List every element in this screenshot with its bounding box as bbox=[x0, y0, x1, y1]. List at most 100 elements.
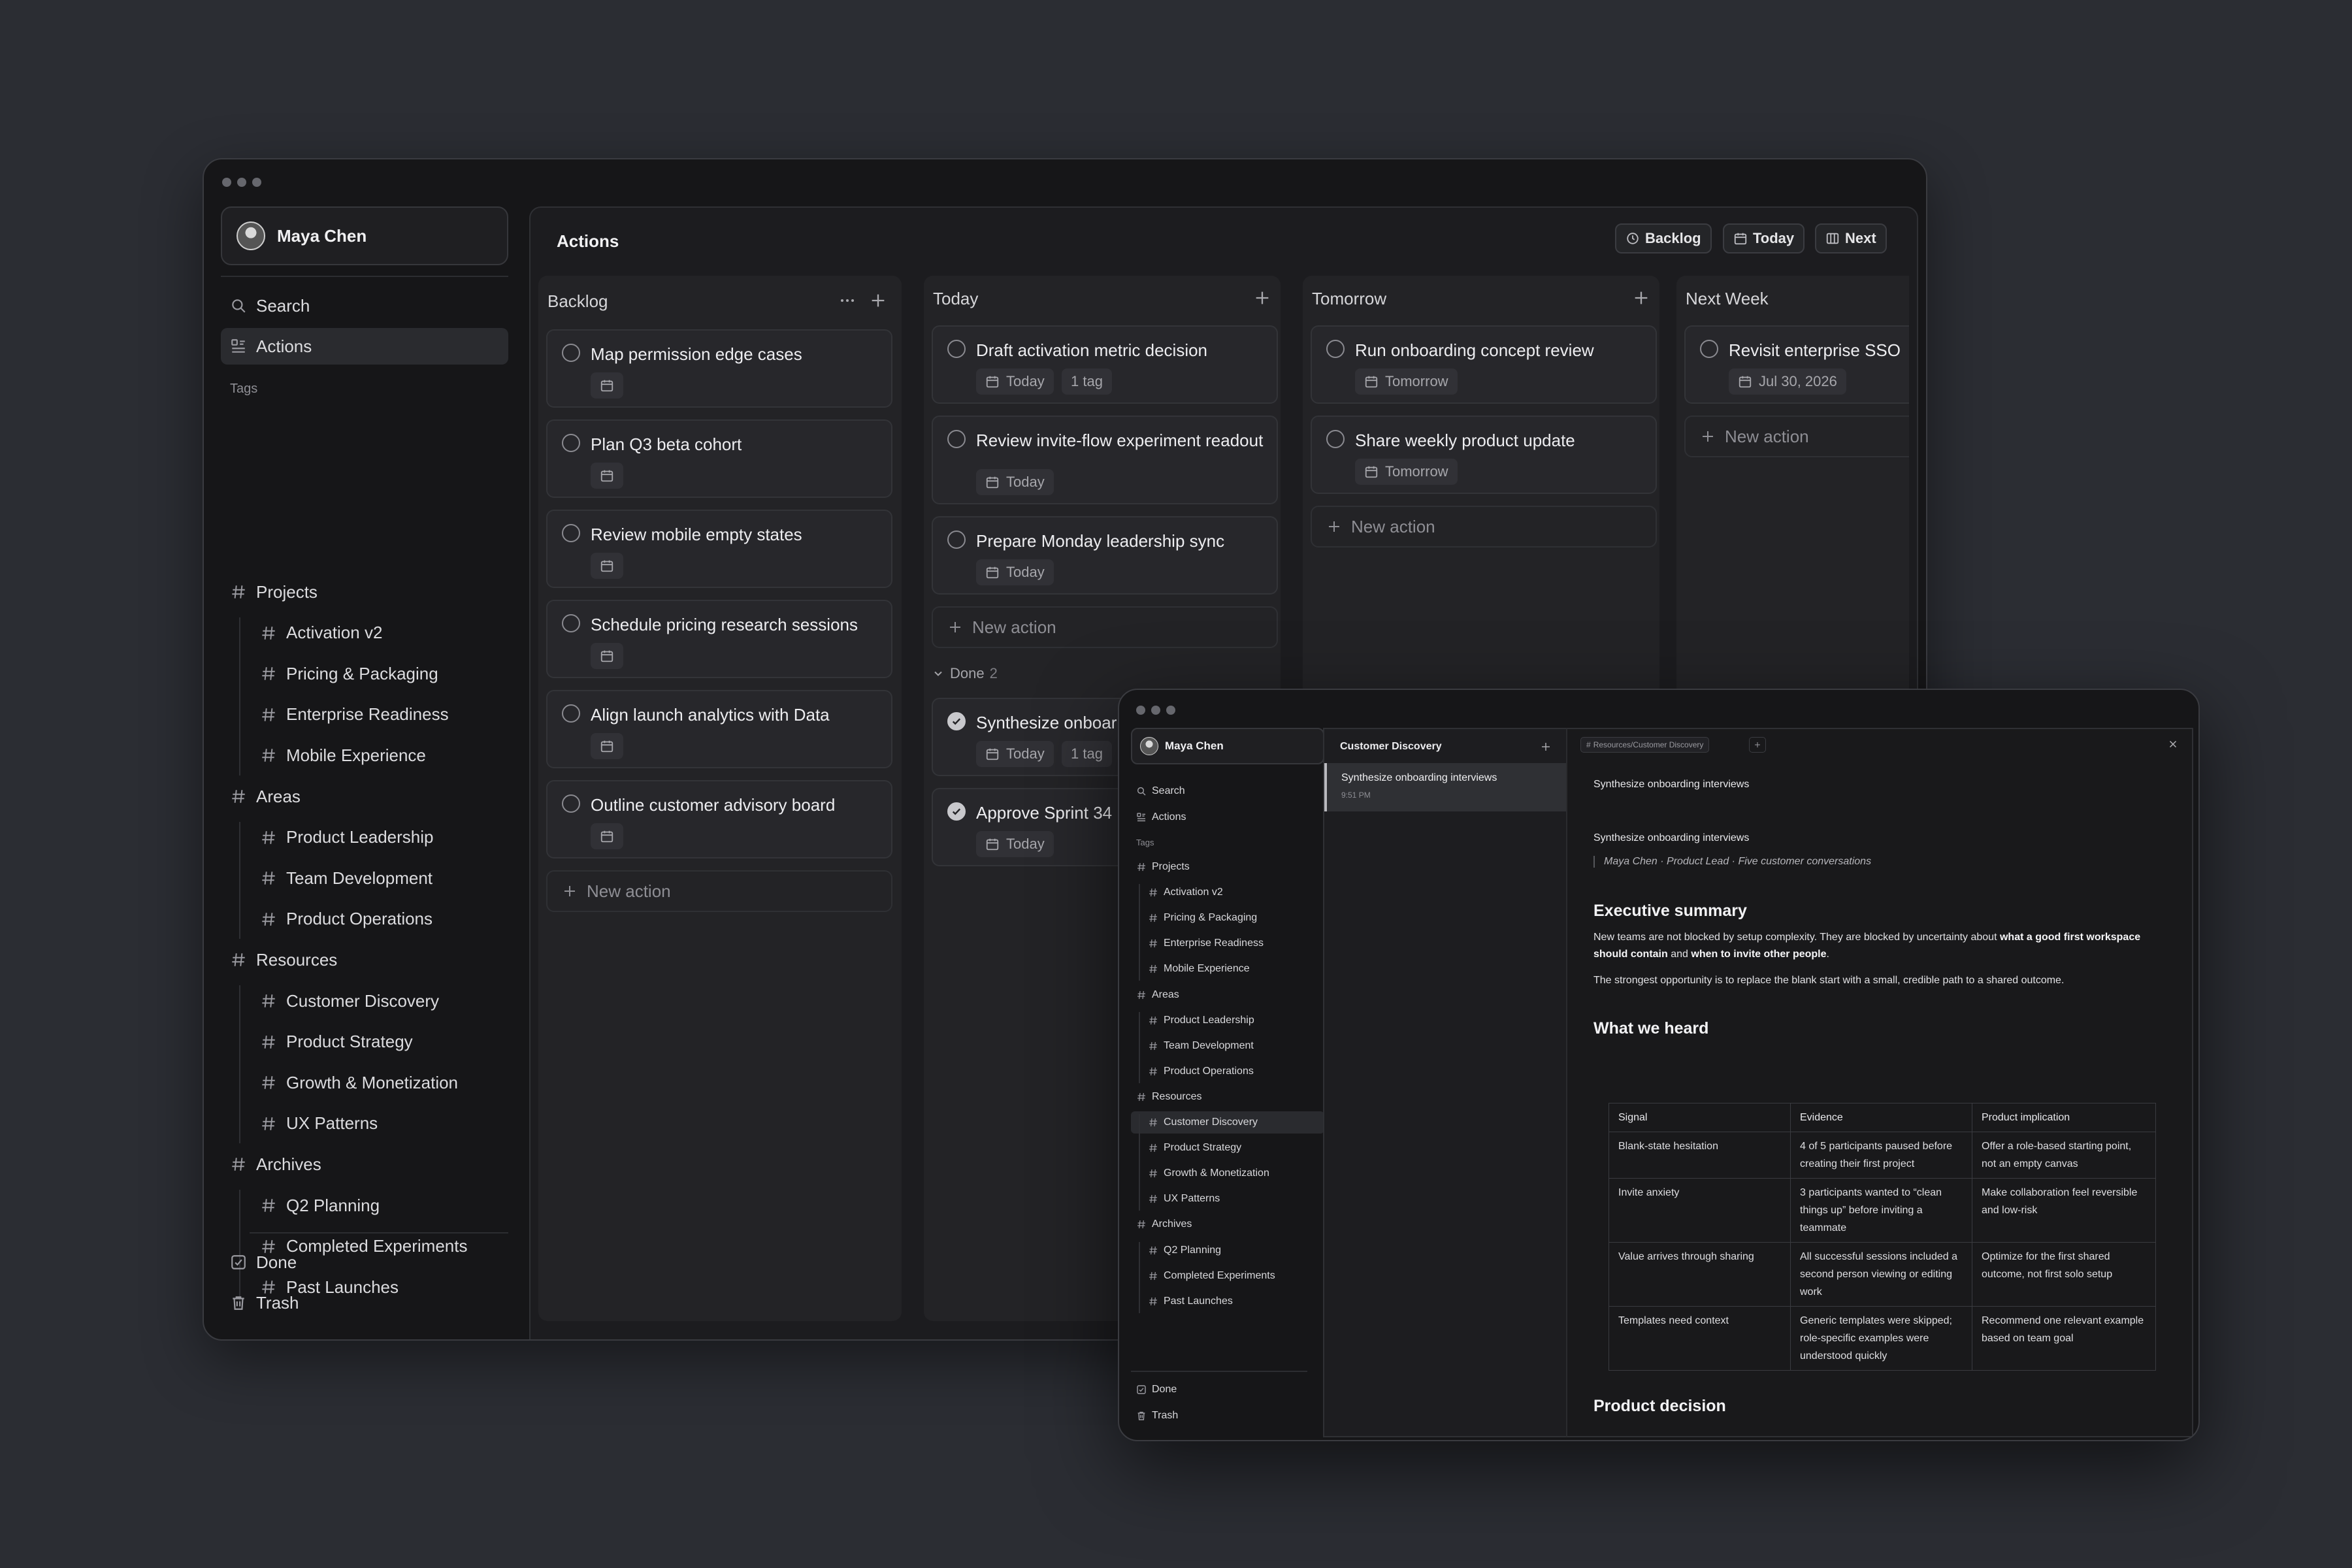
sidebar-group[interactable]: Projects bbox=[221, 574, 508, 610]
window-controls[interactable] bbox=[1136, 706, 1175, 715]
sidebar-item[interactable]: Mobile Experience bbox=[1131, 958, 1324, 980]
checkbox-checked[interactable] bbox=[947, 712, 966, 730]
list-item[interactable]: Synthesize onboarding interviews 9:51 PM bbox=[1324, 763, 1566, 811]
sidebar-item[interactable]: Product Leadership bbox=[1131, 1009, 1324, 1032]
sidebar-actions[interactable]: Actions bbox=[1131, 806, 1324, 828]
action-card[interactable]: Plan Q3 beta cohort bbox=[546, 419, 892, 498]
insights-table[interactable]: Signal Evidence Product implication Blan… bbox=[1609, 1103, 2156, 1371]
date-chip[interactable] bbox=[591, 733, 623, 759]
date-chip[interactable] bbox=[591, 463, 623, 489]
sidebar-item[interactable]: Growth & Monetization bbox=[1131, 1162, 1324, 1184]
sidebar-group[interactable]: Projects bbox=[1131, 856, 1324, 878]
action-card[interactable]: Map permission edge cases bbox=[546, 329, 892, 408]
close-dot[interactable] bbox=[1136, 706, 1145, 715]
checkbox[interactable] bbox=[562, 524, 580, 542]
tag-chip[interactable]: 1 tag bbox=[1062, 368, 1112, 395]
section-heading[interactable]: Product decision bbox=[1593, 1397, 1726, 1416]
sidebar-item[interactable]: Activation v2 bbox=[221, 615, 508, 651]
doc-paragraph[interactable]: The strongest opportunity is to replace … bbox=[1593, 972, 2168, 989]
action-card[interactable]: Align launch analytics with Data bbox=[546, 690, 892, 768]
sidebar-actions[interactable]: Actions bbox=[221, 328, 508, 365]
date-chip[interactable] bbox=[591, 372, 623, 399]
close-icon[interactable] bbox=[2167, 738, 2179, 750]
checkbox[interactable] bbox=[562, 434, 580, 452]
date-chip[interactable]: Today bbox=[976, 741, 1054, 767]
section-heading[interactable]: Executive summary bbox=[1593, 902, 1747, 921]
doc-byline[interactable]: Maya Chen · Product Lead · Five customer… bbox=[1593, 856, 1871, 868]
more-icon[interactable] bbox=[838, 291, 857, 310]
sidebar-item[interactable]: Pricing & Packaging bbox=[221, 655, 508, 692]
minimize-dot[interactable] bbox=[1151, 706, 1160, 715]
checkbox[interactable] bbox=[947, 340, 966, 358]
action-card[interactable]: Share weekly product update Tomorrow bbox=[1311, 416, 1657, 494]
action-card[interactable]: Run onboarding concept review Tomorrow bbox=[1311, 325, 1657, 404]
new-action-button[interactable]: New action bbox=[932, 606, 1278, 648]
sidebar-search[interactable]: Search bbox=[221, 287, 508, 324]
tag-chip[interactable]: 1 tag bbox=[1062, 741, 1112, 767]
minimize-dot[interactable] bbox=[237, 178, 246, 187]
checkbox[interactable] bbox=[562, 794, 580, 813]
sidebar-item[interactable]: Pricing & Packaging bbox=[1131, 907, 1324, 929]
sidebar-trash[interactable]: Trash bbox=[1131, 1405, 1324, 1427]
zoom-dot[interactable] bbox=[1166, 706, 1175, 715]
action-card[interactable]: Review mobile empty states bbox=[546, 510, 892, 588]
breadcrumb[interactable]: # Resources/Customer Discovery bbox=[1580, 737, 1710, 753]
checkbox[interactable] bbox=[1700, 340, 1718, 358]
date-chip[interactable]: Today bbox=[976, 559, 1054, 585]
action-card[interactable]: Review invite-flow experiment readout Tod… bbox=[932, 416, 1278, 504]
header-button-backlog[interactable]: Backlog bbox=[1615, 223, 1712, 253]
checkbox[interactable] bbox=[562, 704, 580, 723]
header-button-today[interactable]: Today bbox=[1723, 223, 1805, 253]
checkbox[interactable] bbox=[947, 531, 966, 549]
sidebar-item[interactable]: Product Strategy bbox=[1131, 1137, 1324, 1159]
action-card[interactable]: Outline customer advisory board bbox=[546, 780, 892, 858]
sidebar-item[interactable]: Enterprise Readiness bbox=[1131, 932, 1324, 955]
doc-heading[interactable]: Synthesize onboarding interviews bbox=[1593, 779, 1749, 791]
done-section-toggle[interactable]: Done 2 bbox=[932, 665, 998, 682]
add-icon[interactable] bbox=[1540, 741, 1552, 753]
sidebar-group[interactable]: Areas bbox=[1131, 984, 1324, 1006]
action-card[interactable]: Revisit enterprise SSO Jul 30, 2026 bbox=[1684, 325, 1909, 404]
new-action-button[interactable]: New action bbox=[546, 870, 892, 912]
sidebar-item[interactable]: UX Patterns bbox=[1131, 1188, 1324, 1210]
date-chip[interactable] bbox=[591, 823, 623, 849]
zoom-dot[interactable] bbox=[252, 178, 261, 187]
sidebar-group[interactable]: Archives bbox=[221, 1146, 508, 1183]
checkbox[interactable] bbox=[562, 344, 580, 362]
window-controls[interactable] bbox=[222, 178, 261, 187]
doc-title[interactable]: Synthesize onboarding interviews bbox=[1593, 832, 1749, 844]
date-chip[interactable]: Jul 30, 2026 bbox=[1729, 368, 1846, 395]
sidebar-group[interactable]: Resources bbox=[221, 941, 508, 978]
checkbox[interactable] bbox=[1326, 340, 1345, 358]
sidebar-item[interactable]: Product Operations bbox=[221, 901, 508, 938]
checkbox[interactable] bbox=[562, 614, 580, 632]
sidebar-item[interactable]: Enterprise Readiness bbox=[221, 696, 508, 733]
sidebar-item[interactable]: Product Leadership bbox=[221, 819, 508, 856]
date-chip[interactable] bbox=[591, 553, 623, 579]
date-chip[interactable]: Tomorrow bbox=[1355, 368, 1458, 395]
sidebar-item[interactable]: Q2 Planning bbox=[1131, 1239, 1324, 1262]
sidebar-done[interactable]: Done bbox=[221, 1244, 508, 1281]
sidebar-item[interactable]: Customer Discovery bbox=[221, 983, 508, 1019]
doc-paragraph[interactable]: New teams are not blocked by setup compl… bbox=[1593, 929, 2168, 963]
date-chip[interactable]: Tomorrow bbox=[1355, 459, 1458, 485]
date-chip[interactable]: Today bbox=[976, 831, 1054, 857]
user-profile[interactable]: Maya Chen bbox=[221, 206, 508, 265]
sidebar-item[interactable]: Past Launches bbox=[1131, 1290, 1324, 1313]
sidebar-item[interactable]: Product Strategy bbox=[221, 1024, 508, 1060]
user-profile[interactable]: Maya Chen bbox=[1131, 728, 1324, 764]
section-heading[interactable]: What we heard bbox=[1593, 1019, 1708, 1038]
sidebar-item[interactable]: Team Development bbox=[221, 860, 508, 896]
sidebar-group[interactable]: Resources bbox=[1131, 1086, 1324, 1108]
sidebar-item[interactable]: Product Operations bbox=[1131, 1060, 1324, 1083]
sidebar-item[interactable]: Mobile Experience bbox=[221, 737, 508, 774]
close-dot[interactable] bbox=[222, 178, 231, 187]
header-button-next[interactable]: Next bbox=[1815, 223, 1887, 253]
sidebar-group[interactable]: Areas bbox=[221, 778, 508, 815]
date-chip[interactable]: Today bbox=[976, 469, 1054, 495]
add-tag-button[interactable] bbox=[1749, 737, 1766, 753]
new-action-button[interactable]: New action bbox=[1311, 506, 1657, 547]
sidebar-trash[interactable]: Trash bbox=[221, 1284, 508, 1321]
action-card[interactable]: Schedule pricing research sessions bbox=[546, 600, 892, 678]
sidebar-done[interactable]: Done bbox=[1131, 1379, 1324, 1401]
